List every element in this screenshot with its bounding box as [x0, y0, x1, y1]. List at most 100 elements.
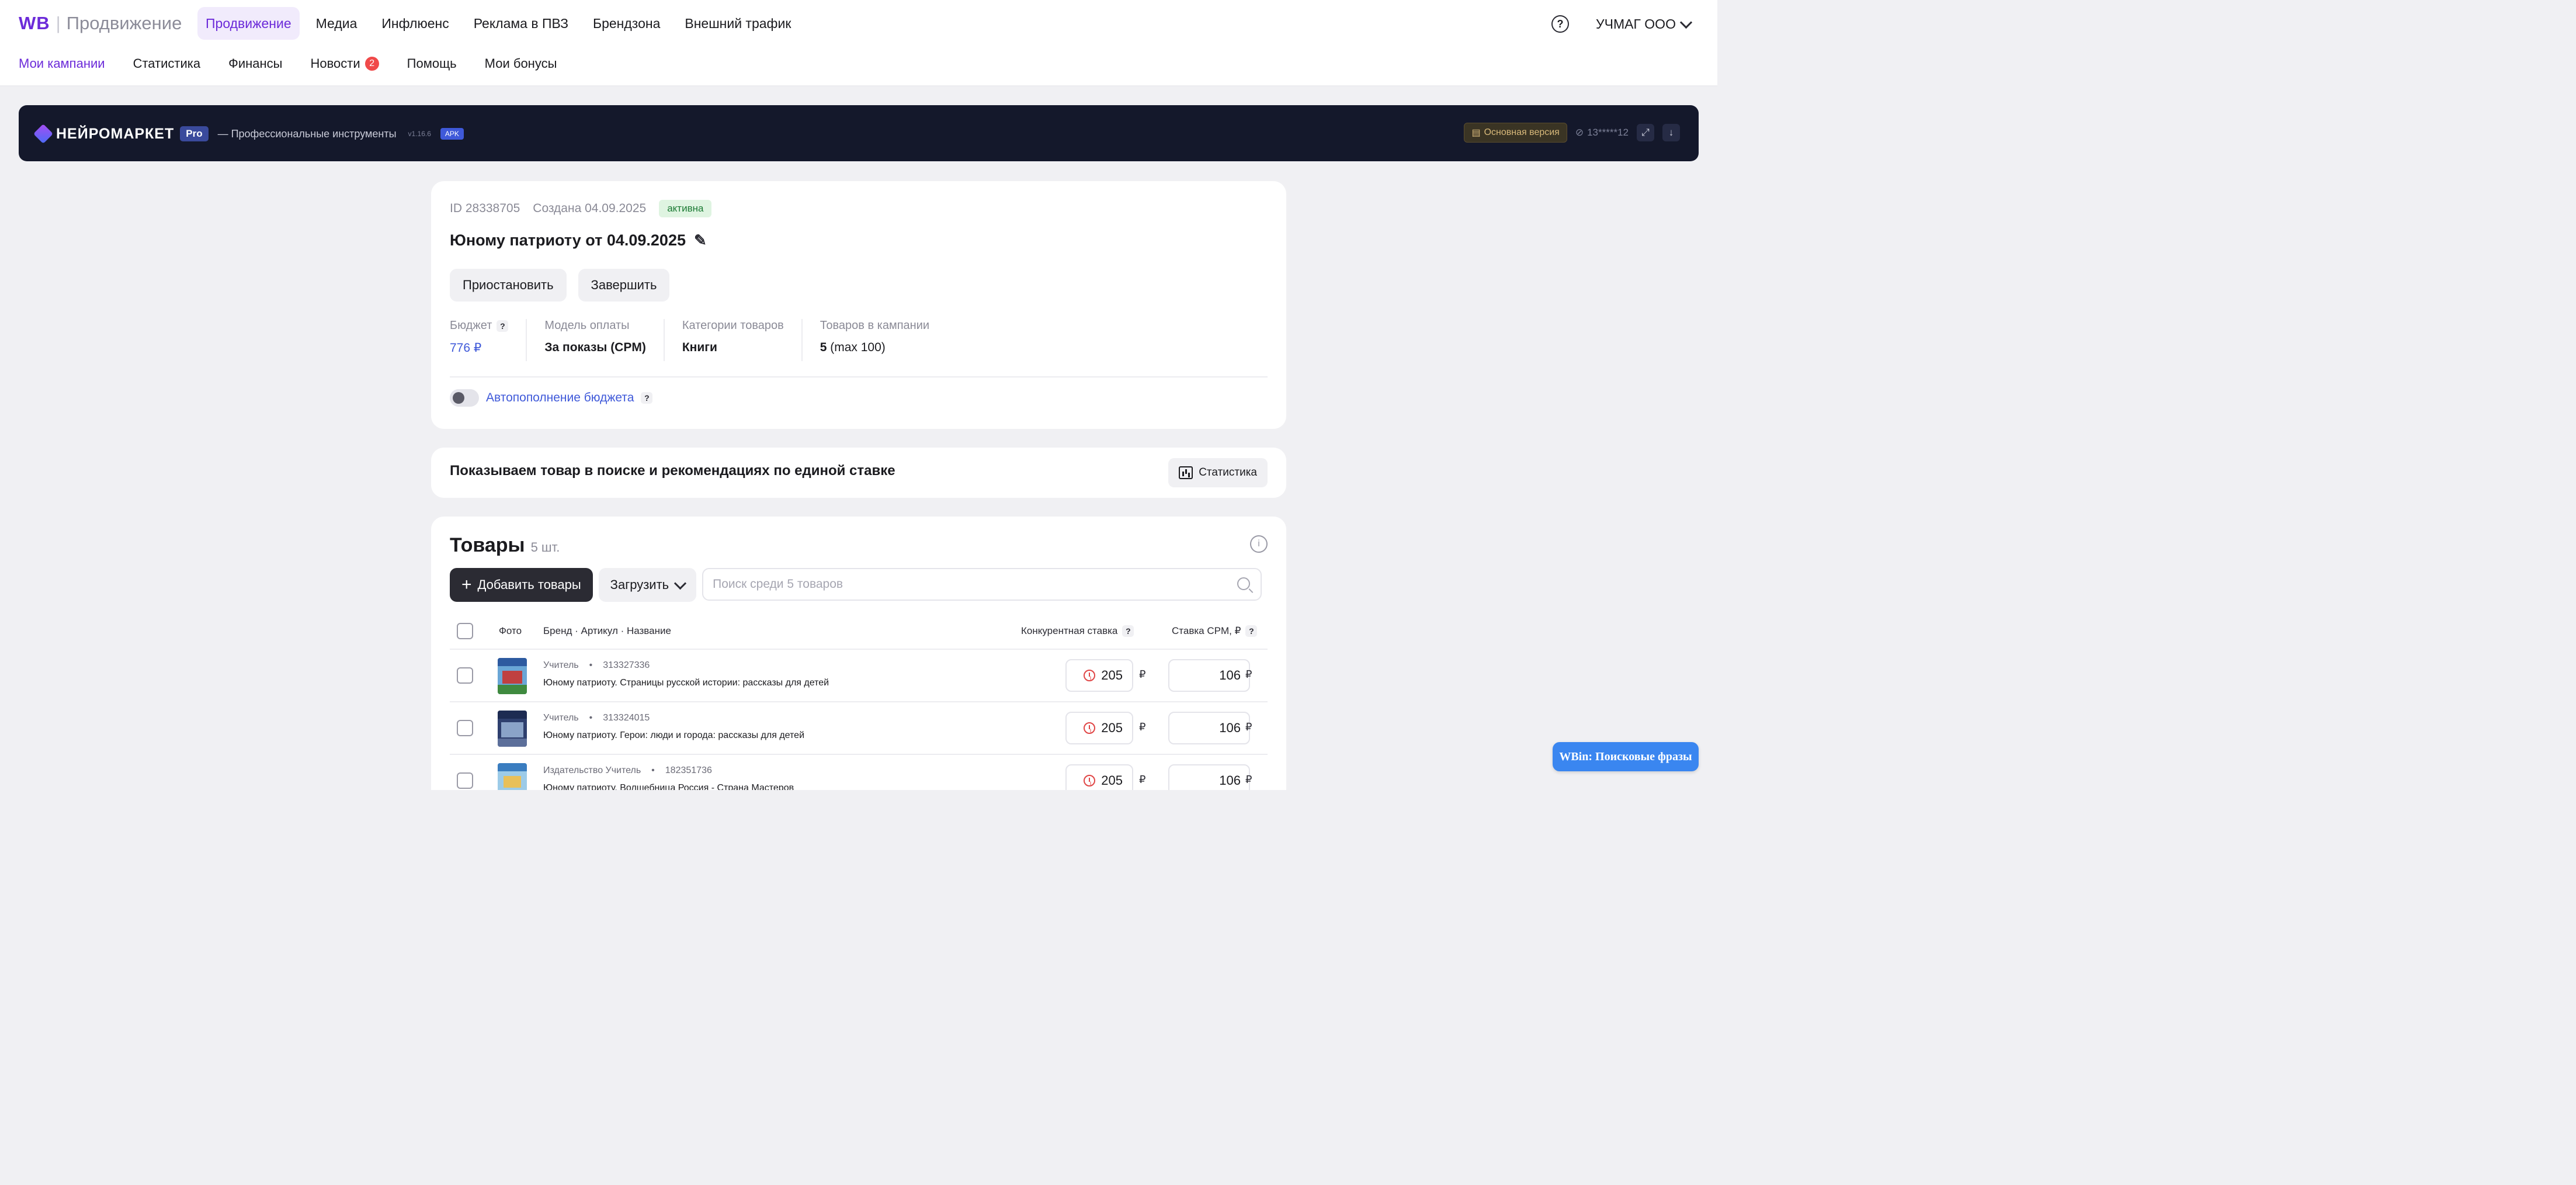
brand-description: — Профессиональные инструменты — [217, 127, 397, 140]
add-products-button[interactable]: + Добавить товары — [450, 568, 593, 602]
logo-wb: WB — [19, 13, 50, 33]
help-icon[interactable]: ? — [1551, 15, 1569, 33]
autofill-label[interactable]: Автопополнение бюджета — [486, 391, 634, 405]
masked-id[interactable]: ⊘ 13*****12 — [1575, 127, 1629, 138]
autofill-toggle[interactable] — [450, 389, 479, 407]
budget-label: Бюджет — [450, 319, 492, 332]
tab-brandzone[interactable]: Брендзона — [585, 7, 668, 40]
col-brand-sku-name: Бренд · Артикул · Название — [543, 625, 671, 636]
clock-icon — [1084, 775, 1096, 786]
tab-influence[interactable]: Инфлюенс — [373, 7, 457, 40]
competitive-bid-box: 205 — [1065, 712, 1133, 744]
bar-chart-icon — [1179, 466, 1193, 479]
subtab-statistics[interactable]: Статистика — [133, 56, 201, 71]
subtab-help[interactable]: Помощь — [407, 56, 457, 71]
budget-value[interactable]: 776 ₽ — [450, 341, 508, 355]
items-label: Товаров в кампании — [820, 319, 930, 332]
banner-brand: НЕЙРОМАРКЕТ Pro — Профессиональные инстр… — [33, 124, 464, 144]
currency-sign: ₽ — [1139, 668, 1146, 680]
help-question-icon[interactable]: ? — [1245, 625, 1258, 637]
row-checkbox[interactable] — [457, 772, 473, 789]
tab-external-traffic[interactable]: Внешний трафик — [676, 7, 799, 40]
currency-sign: ₽ — [1245, 668, 1252, 680]
table-row: Учитель • 313324015 Юному патриоту. Геро… — [450, 702, 1268, 755]
subtab-news[interactable]: Новости 2 — [310, 56, 379, 71]
cpm-bid-input[interactable]: 106 — [1168, 659, 1250, 692]
row-product-name[interactable]: Юному патриоту. Страницы русской истории… — [543, 678, 829, 688]
subtab-finance[interactable]: Финансы — [228, 56, 282, 71]
cpm-bid-value: 106 — [1219, 720, 1241, 735]
category-label: Категории товаров — [682, 319, 784, 332]
table-row: Издательство Учитель • 182351736 Юному п… — [450, 755, 1268, 790]
stat-payment-model: Модель оплаты За показы (CPM) — [544, 319, 665, 361]
cpm-bid-input[interactable]: 106 — [1168, 764, 1250, 790]
campaign-title-row: Юному патриоту от 04.09.2025 ✎ — [450, 231, 707, 250]
version-label: v1.16.6 — [408, 130, 431, 138]
row-sku[interactable]: 313327336 — [603, 660, 650, 671]
search-icon[interactable] — [1237, 577, 1251, 590]
product-thumbnail[interactable] — [498, 711, 527, 747]
main-version-button[interactable]: ▤ Основная версия — [1464, 123, 1567, 143]
campaign-actions: Приостановить Завершить — [450, 269, 670, 302]
currency-sign: ₽ — [1139, 721, 1146, 733]
subtab-label: Финансы — [228, 56, 283, 71]
pause-button[interactable]: Приостановить — [450, 269, 567, 302]
help-question-icon[interactable]: ? — [641, 392, 653, 404]
competitive-bid-box: 205 — [1065, 764, 1133, 790]
tab-pickup-ads[interactable]: Реклама в ПВЗ — [466, 7, 577, 40]
row-sku[interactable]: 182351736 — [665, 765, 712, 776]
search-input[interactable] — [703, 569, 1237, 600]
tab-promotion[interactable]: Продвижение — [197, 7, 300, 40]
apk-badge[interactable]: APK — [440, 128, 464, 140]
row-meta: Учитель • 313324015 — [543, 713, 650, 723]
campaign-title: Юному патриоту от 04.09.2025 — [450, 231, 686, 249]
statistics-button-label: Статистика — [1199, 466, 1257, 479]
col-competitive-bid: Конкурентная ставка ? — [1021, 625, 1134, 637]
help-question-icon[interactable]: ? — [497, 320, 509, 332]
row-product-name[interactable]: Юному патриоту. Герои: люди и города: ра… — [543, 730, 804, 741]
cpm-bid-input[interactable]: 106 — [1168, 712, 1250, 744]
col-cpm-label: Ставка CPM, ₽ — [1172, 625, 1241, 636]
row-sku[interactable]: 313324015 — [603, 713, 650, 723]
logo-separator: | — [55, 13, 61, 33]
row-checkbox[interactable] — [457, 667, 473, 684]
book-cover-image — [498, 658, 527, 694]
payment-label: Модель оплаты — [544, 319, 630, 332]
col-cpm-bid: Ставка CPM, ₽ ? — [1172, 625, 1258, 637]
row-product-name[interactable]: Юному патриоту. Волшебница Россия - Стра… — [543, 783, 794, 790]
tab-media[interactable]: Медиа — [308, 7, 366, 40]
subtab-label: Помощь — [407, 56, 457, 71]
payment-value: За показы (CPM) — [544, 341, 646, 354]
subtab-my-campaigns[interactable]: Мои кампании — [19, 56, 105, 71]
campaign-card: ID 28338705 Создана 04.09.2025 активна Ю… — [431, 181, 1286, 429]
strategy-card: Показываем товар в поиске и рекомендация… — [431, 448, 1286, 498]
download-icon[interactable]: ↓ — [1662, 124, 1680, 141]
product-thumbnail[interactable] — [498, 658, 527, 694]
product-thumbnail[interactable] — [498, 763, 527, 790]
subtab-bonuses[interactable]: Мои бонусы — [485, 56, 557, 71]
info-icon[interactable]: i — [1250, 535, 1268, 553]
logo[interactable]: WB | Продвижение — [19, 11, 182, 36]
wbin-search-phrases-button[interactable]: WBin: Поисковые фразы — [1553, 742, 1699, 771]
load-dropdown[interactable]: Загрузить — [598, 568, 697, 602]
autofill-row: Автопополнение бюджета ? — [450, 389, 653, 407]
help-question-icon[interactable]: ? — [1122, 625, 1134, 637]
row-brand: Учитель — [543, 713, 579, 723]
subtab-label: Мои кампании — [19, 56, 105, 71]
bullet: • — [651, 765, 655, 775]
currency-sign: ₽ — [1245, 721, 1252, 733]
row-checkbox[interactable] — [457, 720, 473, 736]
load-label: Загрузить — [610, 577, 669, 592]
cpm-bid-value: 106 — [1219, 773, 1241, 788]
clock-icon — [1084, 670, 1096, 681]
statistics-button[interactable]: Статистика — [1168, 458, 1268, 487]
competitive-bid-value: 205 — [1101, 773, 1123, 788]
edit-pencil-icon[interactable]: ✎ — [694, 231, 707, 250]
select-all-checkbox[interactable] — [457, 623, 473, 639]
expand-icon[interactable]: ⤢ — [1637, 124, 1654, 141]
row-meta: Издательство Учитель • 182351736 — [543, 765, 712, 776]
book-cover-image — [498, 711, 527, 747]
account-menu[interactable]: УЧМАГ ООО — [1596, 15, 1693, 33]
finish-button[interactable]: Завершить — [578, 269, 670, 302]
book-cover-image — [498, 763, 527, 790]
